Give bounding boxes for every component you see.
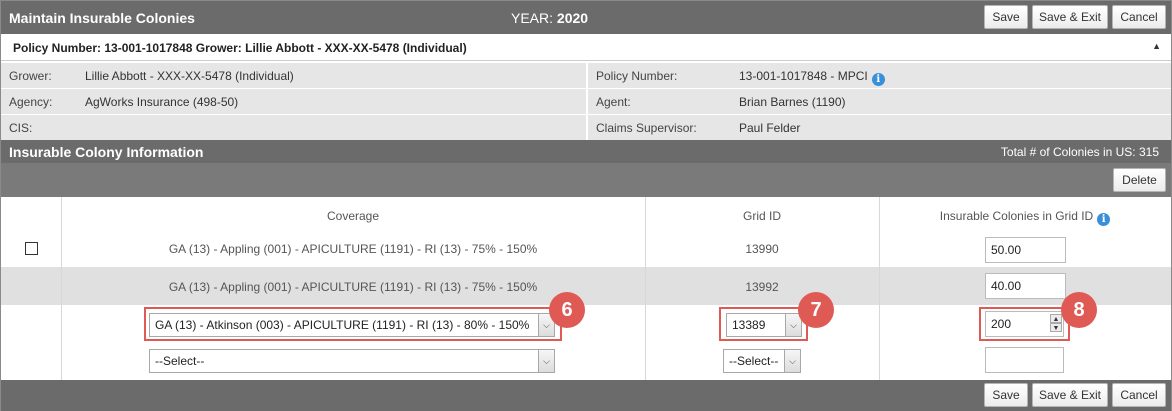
grower-label: Grower:	[9, 69, 52, 83]
page-title: Maintain Insurable Colonies	[9, 10, 195, 26]
policy-number-label: Policy Number:	[596, 69, 678, 83]
total-colonies-text: Total # of Colonies in US: 315	[1000, 145, 1159, 159]
new-grid-id-select[interactable]: --Select-- ⌵	[723, 349, 801, 373]
agent-label: Agent:	[596, 95, 631, 109]
section-header: Insurable Colony Information Total # of …	[1, 140, 1171, 164]
policy-number-cell: Policy Number: 13-001-1017848 - MPCI i	[588, 63, 1171, 88]
info-icon[interactable]: i	[871, 73, 885, 86]
callout-badge: 8	[1061, 292, 1097, 328]
callout-badge: 7	[798, 292, 834, 328]
chevron-down-icon[interactable]: ⌵	[784, 350, 800, 372]
claims-supervisor-value: Paul Felder	[739, 121, 801, 135]
policy-number-value-wrap: 13-001-1017848 - MPCI i	[739, 69, 885, 86]
row-colonies-input[interactable]: 50.00	[985, 237, 1066, 263]
grower-value: Lillie Abbott - XXX-XX-5478 (Individual)	[85, 69, 294, 83]
footer-cancel-button[interactable]: Cancel	[1112, 383, 1166, 407]
row-coverage-text: GA (13) - Appling (001) - APICULTURE (11…	[168, 280, 538, 294]
colony-table: Coverage Grid ID Insurable Colonies in G…	[1, 197, 1171, 380]
table-toolbar: Delete	[1, 163, 1171, 197]
new-colonies-input[interactable]	[985, 347, 1064, 373]
callout-highlight	[719, 307, 808, 341]
claims-supervisor-cell: Claims Supervisor: Paul Felder	[588, 115, 1171, 140]
callout-badge: 6	[549, 292, 585, 328]
cis-label: CIS:	[9, 121, 33, 135]
colonies-column-header: Insurable Colonies in Grid ID i	[879, 209, 1171, 226]
row-coverage-text: GA (13) - Appling (001) - APICULTURE (11…	[168, 242, 538, 256]
grid-id-column-header: Grid ID	[742, 209, 781, 223]
agent-value: Brian Barnes (1190)	[739, 95, 846, 109]
collapse-caret-icon[interactable]: ▲	[1152, 41, 1161, 51]
footer-save-button[interactable]: Save	[984, 383, 1028, 407]
cis-cell: CIS:	[1, 115, 586, 140]
row-select-checkbox[interactable]	[25, 242, 38, 255]
save-button[interactable]: Save	[984, 5, 1028, 29]
agency-cell: Agency: AgWorks Insurance (498-50)	[1, 89, 586, 114]
new-coverage-select[interactable]: --Select-- ⌵	[149, 349, 555, 373]
agent-cell: Agent: Brian Barnes (1190)	[588, 89, 1171, 114]
footer-bar: Save Save & Exit Cancel	[1, 380, 1171, 411]
footer-save-exit-button[interactable]: Save & Exit	[1032, 383, 1108, 407]
delete-button[interactable]: Delete	[1113, 168, 1166, 192]
info-icon[interactable]: i	[1097, 213, 1111, 226]
year-value: 2020	[556, 10, 589, 26]
chevron-down-icon[interactable]: ⌵	[538, 350, 554, 372]
row-colonies-input[interactable]: 40.00	[985, 273, 1066, 299]
colonies-header-label: Insurable Colonies in Grid ID	[939, 209, 1094, 223]
claims-supervisor-label: Claims Supervisor:	[596, 121, 697, 135]
year-label: YEAR:	[511, 10, 554, 26]
row-grid-id-text: 13992	[745, 280, 779, 294]
year-display: YEAR: 2020	[511, 10, 588, 26]
policy-summary-text: Policy Number: 13-001-1017848 Grower: Li…	[13, 41, 467, 55]
agency-label: Agency:	[9, 95, 53, 109]
callout-highlight	[979, 307, 1070, 341]
coverage-column-header: Coverage	[326, 209, 380, 223]
title-bar: Maintain Insurable Colonies YEAR: 2020 S…	[1, 1, 1171, 34]
row-grid-id-text: 13990	[745, 242, 779, 256]
maintain-insurable-colonies-window: Maintain Insurable Colonies YEAR: 2020 S…	[0, 0, 1172, 411]
save-exit-button[interactable]: Save & Exit	[1032, 5, 1108, 29]
section-title: Insurable Colony Information	[9, 144, 204, 160]
new-grid-id-select-value: --Select--	[729, 354, 779, 368]
callout-highlight	[144, 307, 562, 341]
policy-number-value: 13-001-1017848 - MPCI	[739, 69, 868, 83]
policy-summary-bar[interactable]: Policy Number: 13-001-1017848 Grower: Li…	[1, 34, 1171, 61]
grower-cell: Grower: Lillie Abbott - XXX-XX-5478 (Ind…	[1, 63, 586, 88]
policy-info-panel: Grower: Lillie Abbott - XXX-XX-5478 (Ind…	[1, 62, 1171, 140]
new-coverage-select-value: --Select--	[155, 354, 205, 368]
cancel-button[interactable]: Cancel	[1112, 5, 1166, 29]
agency-value: AgWorks Insurance (498-50)	[85, 95, 239, 109]
